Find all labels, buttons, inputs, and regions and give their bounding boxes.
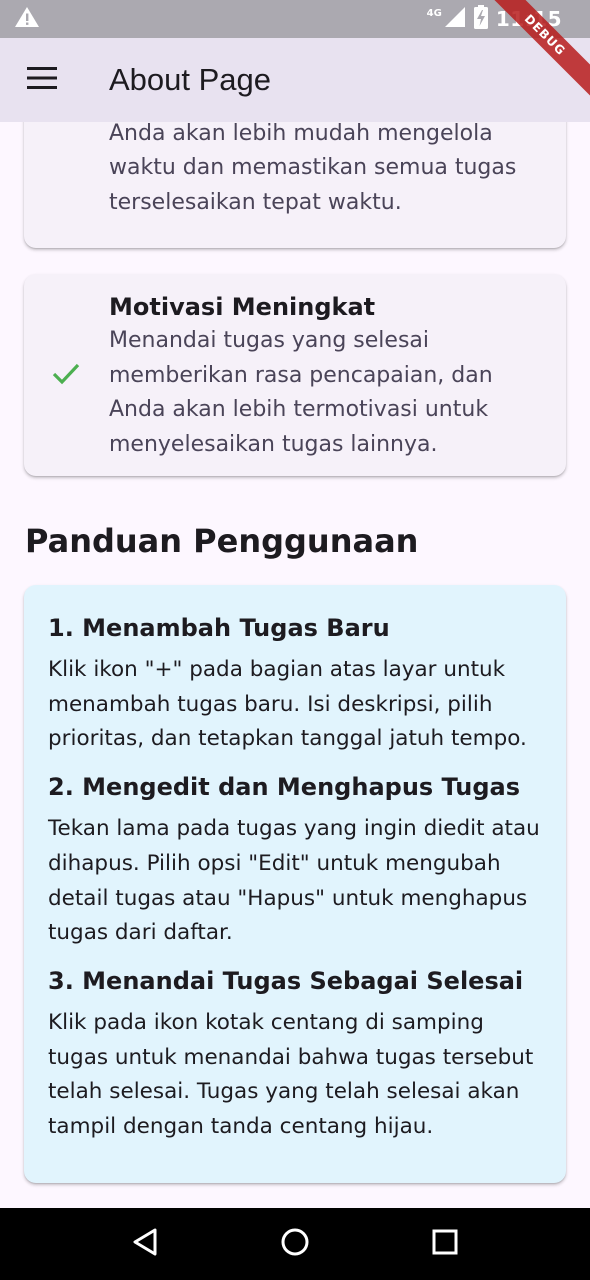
guide-item-title: 3. Menandai Tugas Sebagai Selesai (48, 966, 524, 995)
app-bar: About Page (0, 38, 590, 122)
page-title: About Page (109, 62, 272, 97)
feature-text: Dengan fitur tanggal jatuh tempo, Anda a… (109, 122, 546, 220)
check-icon (52, 122, 80, 124)
guide-item-description: Klik pada ikon kotak centang di samping … (48, 1009, 534, 1140)
recents-button[interactable] (415, 1214, 475, 1274)
feature-text: Motivasi Meningkat Menandai tugas yang s… (109, 290, 546, 462)
feature-title: Motivasi Meningkat (109, 293, 376, 321)
guide-item: 1. Menambah Tugas Baru Klik ikon "+" pad… (48, 611, 542, 757)
network-type-label: 4G (426, 7, 442, 19)
back-icon (131, 1227, 159, 1261)
signal-icon (444, 6, 466, 32)
guide-card: 1. Menambah Tugas Baru Klik ikon "+" pad… (24, 585, 566, 1183)
warning-icon (14, 6, 40, 32)
check-icon (52, 362, 80, 390)
section-heading: Panduan Penggunaan (25, 522, 419, 560)
status-left (14, 6, 40, 32)
guide-item-description: Tekan lama pada tugas yang ingin diedit … (48, 816, 540, 946)
recents-icon (431, 1228, 459, 1260)
feature-card: Motivasi Meningkat Menandai tugas yang s… (24, 274, 566, 476)
feature-description: Dengan fitur tanggal jatuh tempo, Anda a… (109, 122, 517, 215)
guide-item: 2. Mengedit dan Menghapus Tugas Tekan la… (48, 770, 542, 951)
home-icon (280, 1227, 310, 1261)
guide-item-description: Klik ikon "+" pada bagian atas layar unt… (48, 657, 527, 752)
battery-icon (473, 5, 488, 33)
back-button[interactable] (115, 1214, 175, 1274)
guide-item-title: 2. Mengedit dan Menghapus Tugas (48, 773, 521, 802)
feature-card: Dengan fitur tanggal jatuh tempo, Anda a… (24, 122, 566, 248)
status-bar: 4G 11:15 (0, 0, 590, 38)
menu-button[interactable] (0, 38, 84, 122)
navigation-bar (0, 1208, 590, 1280)
home-button[interactable] (265, 1214, 325, 1274)
hamburger-menu-icon (27, 67, 57, 93)
status-time: 11:15 (495, 7, 562, 31)
guide-item: 3. Menandai Tugas Sebagai Selesai Klik p… (48, 964, 542, 1145)
guide-item-title: 1. Menambah Tugas Baru (48, 614, 390, 642)
status-right: 4G 11:15 (421, 5, 576, 33)
content-scroll-area[interactable]: Dengan fitur tanggal jatuh tempo, Anda a… (0, 122, 590, 1208)
feature-description: Menandai tugas yang selesai memberikan r… (109, 328, 493, 457)
